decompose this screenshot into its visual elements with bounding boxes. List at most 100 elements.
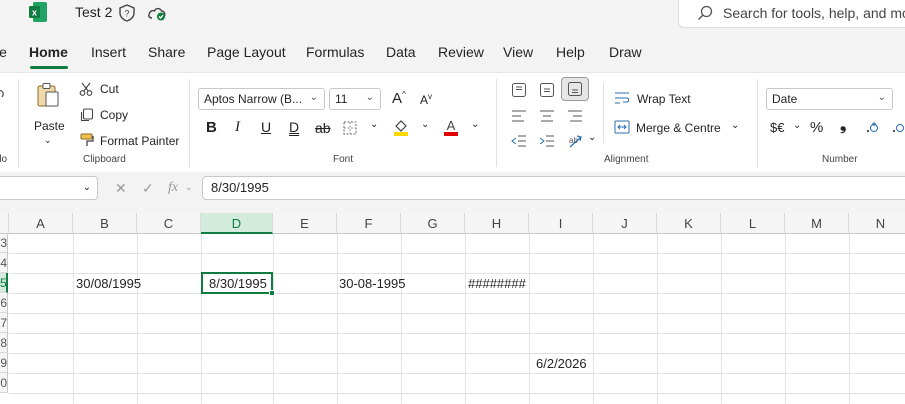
number-format-select[interactable]: Date ⌄ [766,88,893,110]
align-middle-icon[interactable] [539,82,555,101]
column-header-selected[interactable]: D [201,213,273,234]
undo-icon[interactable] [0,87,6,106]
increase-decimal-icon[interactable] [865,120,881,137]
double-underline-icon[interactable]: D [289,119,299,135]
borders-icon[interactable] [343,121,357,138]
align-left-icon[interactable] [511,109,527,126]
strikethrough-icon[interactable]: ab [315,120,331,136]
sensitivity-shield-icon[interactable]: ? [118,4,136,25]
column-header[interactable]: H [465,213,529,234]
search-placeholder[interactable]: Search for tools, help, and mo [723,5,905,21]
column-header[interactable]: L [721,213,785,234]
align-bottom-button[interactable] [561,77,589,101]
cell-i9[interactable]: 6/2/2026 [536,356,587,371]
select-all-corner[interactable] [0,213,9,234]
cell-h5[interactable]: ######## [468,276,526,291]
row-header[interactable]: 9 [0,353,8,373]
merge-centre-button[interactable]: Merge & Centre [636,121,721,135]
column-header[interactable]: C [137,213,201,234]
orientation-chevron-icon[interactable]: ⌄ [588,132,596,143]
row-header-selected[interactable]: 5 [0,273,8,293]
paste-icon[interactable] [36,82,60,111]
cell-b5[interactable]: 30/08/1995 [76,276,141,291]
decrease-indent-icon[interactable] [511,134,527,151]
document-title[interactable]: Test 2 [75,4,112,20]
column-header[interactable]: A [9,213,73,234]
column-header[interactable]: J [593,213,657,234]
name-box[interactable]: ⌄ [0,176,98,200]
insert-function-icon[interactable]: fx [168,180,178,196]
accounting-chevron-icon[interactable]: ⌄ [793,120,801,131]
tab-help[interactable]: Help [556,44,585,60]
align-top-icon[interactable] [511,82,527,101]
tab-page-layout[interactable]: Page Layout [207,44,286,60]
borders-chevron-icon[interactable]: ⌄ [370,119,378,130]
italic-icon[interactable]: I [235,119,240,136]
increase-indent-icon[interactable] [539,134,555,151]
align-right-icon[interactable] [567,109,583,126]
column-header[interactable]: M [785,213,849,234]
font-color-icon[interactable]: A [443,118,459,139]
cut-icon[interactable] [79,82,93,99]
font-name-select[interactable]: Aptos Narrow (B... ⌄ [198,88,325,110]
column-header[interactable]: G [401,213,465,234]
row-header[interactable]: 8 [0,333,8,353]
increase-font-size-icon[interactable]: A^ [392,90,406,107]
wrap-text-icon[interactable] [614,91,630,108]
function-chevron-icon[interactable]: ⌄ [185,182,193,193]
column-header[interactable]: B [73,213,137,234]
cloud-saved-icon[interactable] [147,5,167,24]
fill-handle[interactable] [269,290,275,296]
merge-centre-icon[interactable] [614,120,630,137]
formula-input[interactable]: 8/30/1995 [202,176,905,200]
decrease-font-size-icon[interactable]: Av [420,92,432,107]
column-header[interactable]: K [657,213,721,234]
enter-icon[interactable]: ✓ [142,180,154,197]
font-size-select[interactable]: 11 ⌄ [329,88,381,110]
merge-chevron-icon[interactable]: ⌄ [731,120,739,131]
row-header[interactable]: 6 [0,293,8,313]
column-header[interactable]: F [337,213,401,234]
format-painter-icon[interactable] [80,133,94,150]
tab-draw[interactable]: Draw [609,44,642,60]
cell-f5[interactable]: 30-08-1995 [339,276,406,291]
copy-icon[interactable] [80,108,94,125]
tab-insert[interactable]: Insert [91,44,126,60]
cut-button[interactable]: Cut [100,82,119,96]
cancel-icon[interactable]: ✕ [115,180,127,197]
font-color-chevron-icon[interactable]: ⌄ [471,119,479,130]
tab-home[interactable]: Home [29,44,68,60]
fill-color-chevron-icon[interactable]: ⌄ [421,119,429,130]
tab-data[interactable]: Data [386,44,416,60]
orientation-icon[interactable]: ab [567,133,583,152]
tab-review[interactable]: Review [438,44,484,60]
paste-chevron-icon[interactable]: ⌄ [44,135,52,146]
percent-style-button[interactable]: % [810,119,823,136]
tab-formulas[interactable]: Formulas [306,44,364,60]
row-header[interactable]: 0 [0,373,8,393]
format-painter-button[interactable]: Format Painter [100,134,179,148]
copy-button[interactable]: Copy [100,108,128,122]
row-header[interactable]: 7 [0,313,8,333]
accounting-format-button[interactable]: $€ [770,120,784,135]
column-header[interactable]: E [273,213,337,234]
wrap-text-button[interactable]: Wrap Text [637,92,691,106]
excel-logo-icon[interactable]: x [29,2,47,22]
search-box[interactable]: Search for tools, help, and mo [678,0,905,28]
gridline [401,234,402,404]
comma-style-icon[interactable]: ❟ [840,117,846,135]
align-center-icon[interactable] [539,109,555,126]
tab-view[interactable]: View [503,44,533,60]
column-header[interactable]: I [529,213,593,234]
svg-text:x: x [32,8,37,18]
bold-icon[interactable]: B [206,119,217,136]
row-header[interactable]: 3 [0,234,8,253]
tab-file[interactable]: le [0,44,7,60]
decrease-decimal-icon[interactable] [891,120,905,137]
underline-icon[interactable]: U [261,119,271,135]
tab-share[interactable]: Share [148,44,185,60]
row-header[interactable]: 4 [0,253,8,273]
column-header[interactable]: N [849,213,905,234]
fill-color-icon[interactable] [393,118,409,139]
paste-button[interactable]: Paste [34,119,65,133]
